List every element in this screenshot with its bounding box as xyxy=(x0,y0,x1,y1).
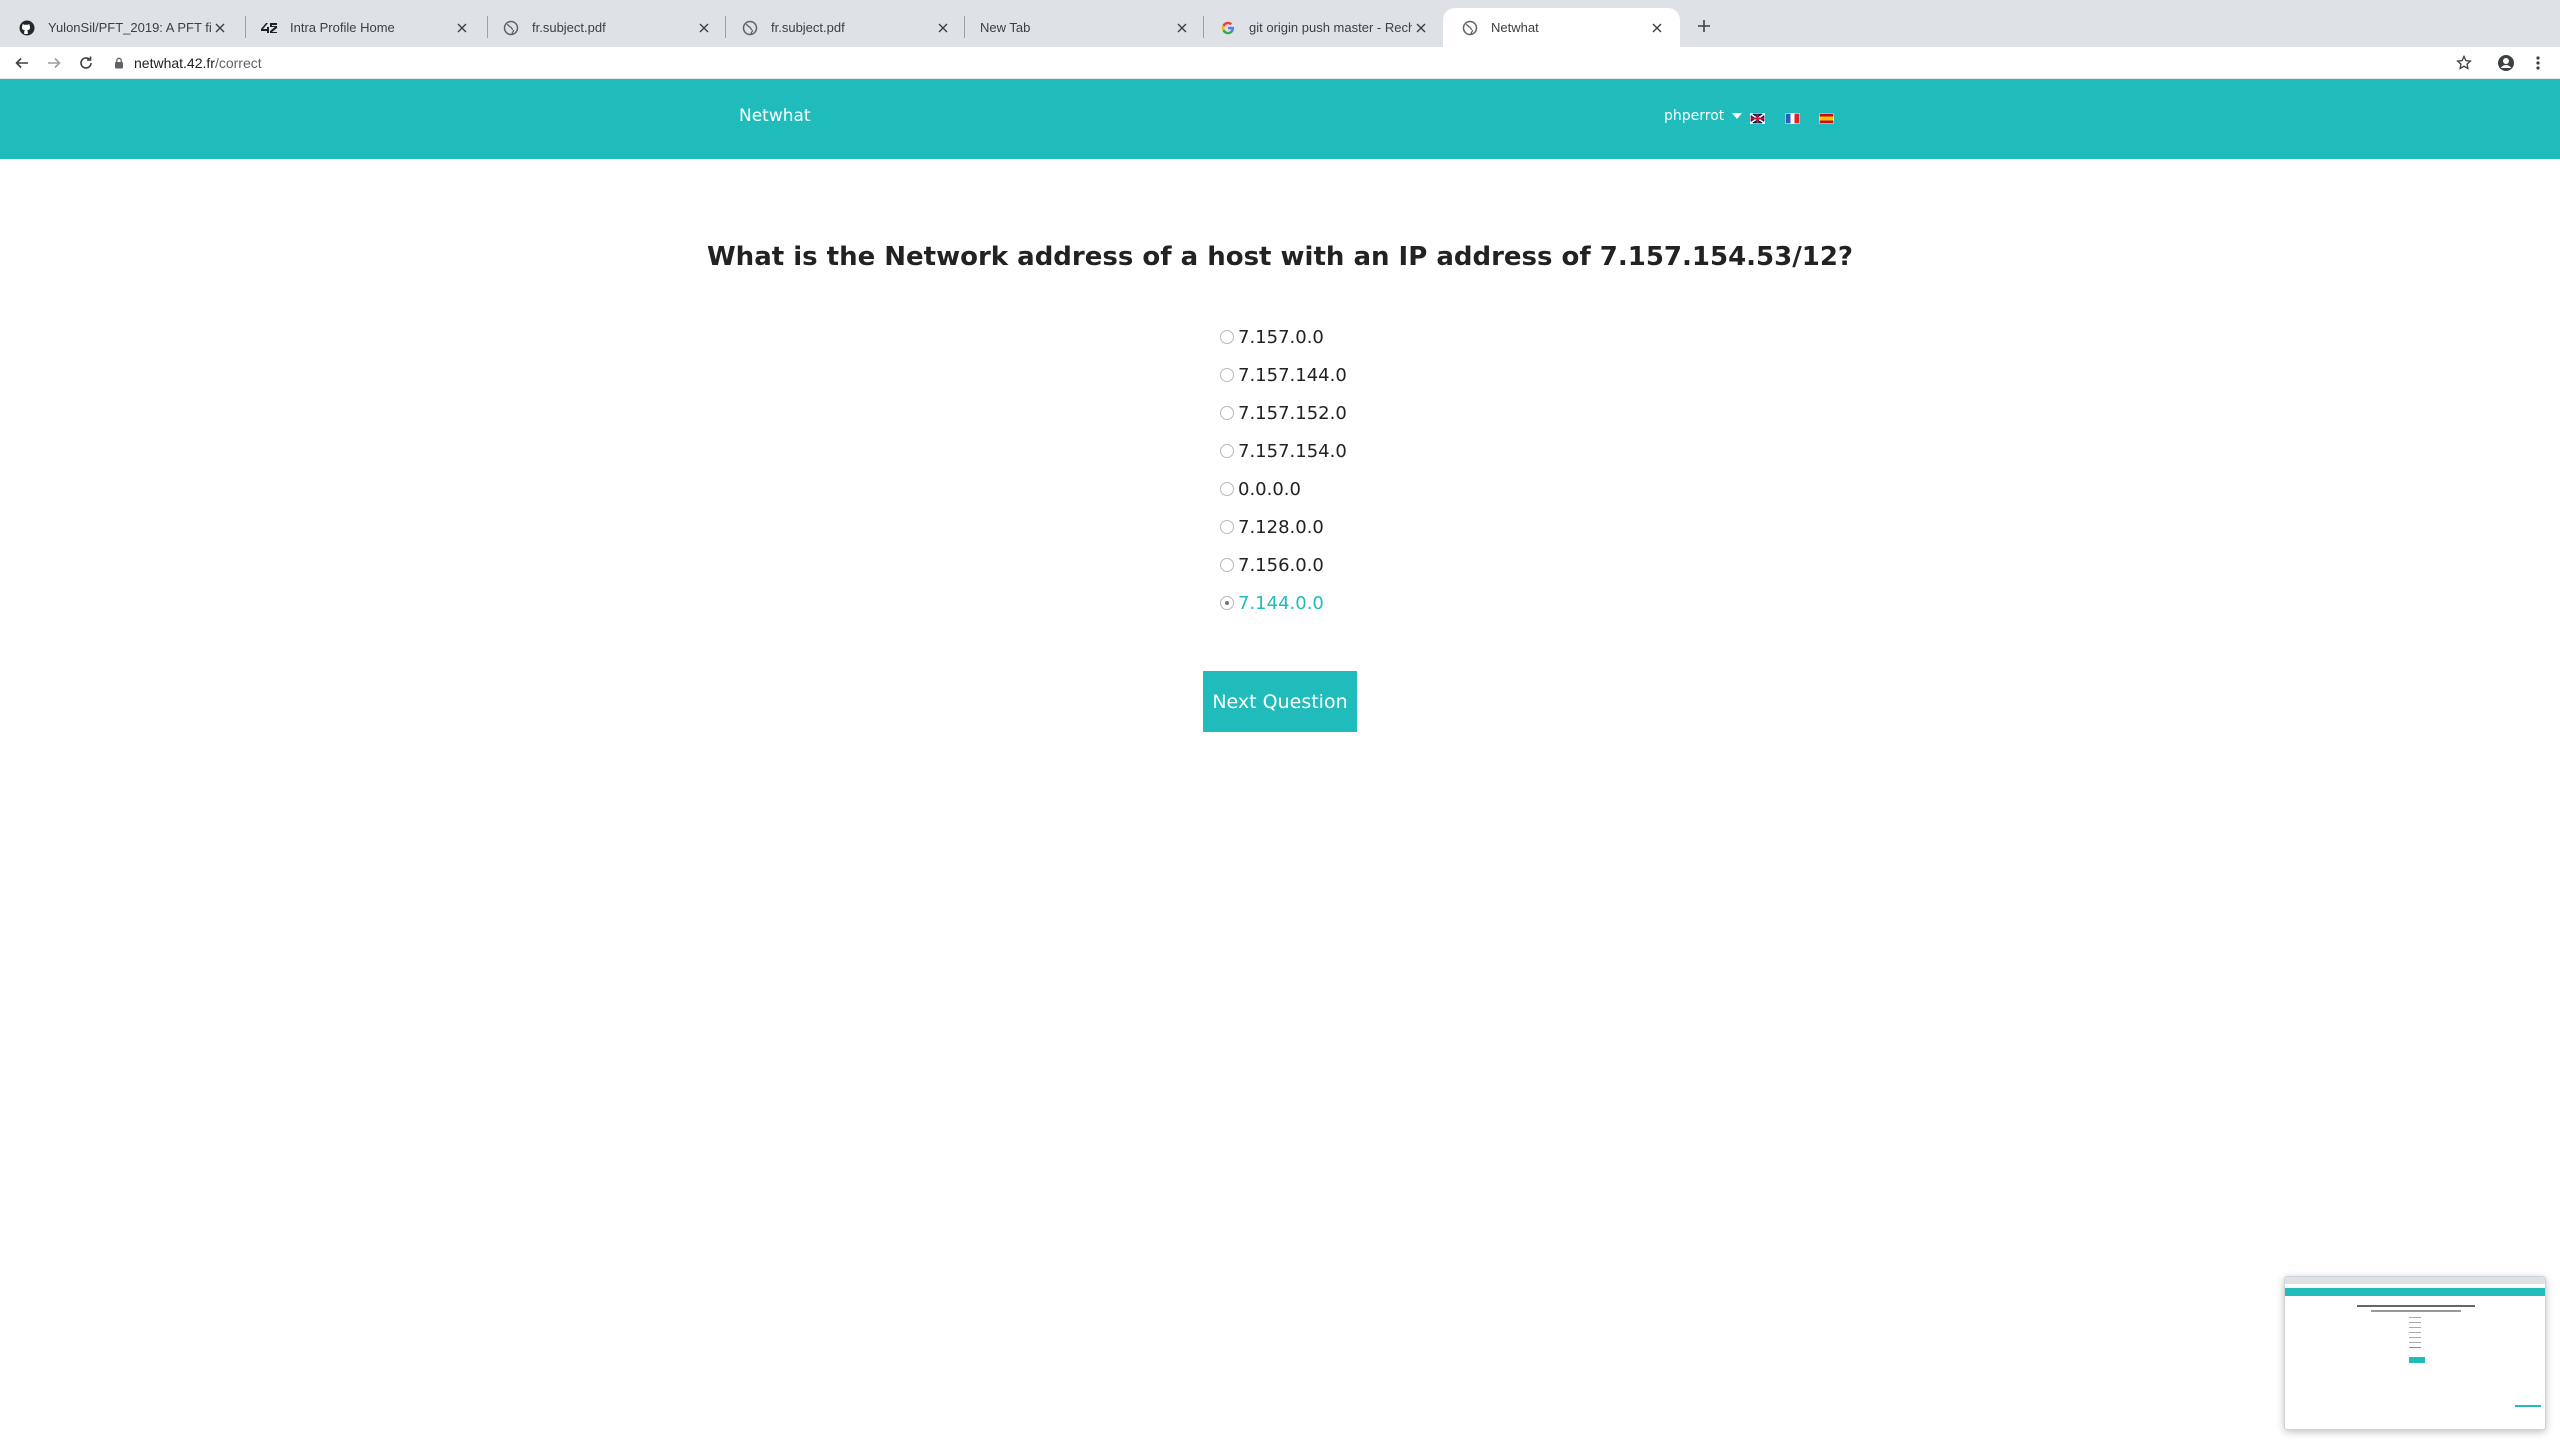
answer-option[interactable]: 7.157.152.0 xyxy=(1220,394,1347,432)
url-path: /correct xyxy=(214,55,262,71)
browser-tab-active[interactable]: Netwhat xyxy=(1443,8,1680,47)
thumbnail-text-line xyxy=(2409,1327,2421,1328)
globe-icon xyxy=(502,19,520,37)
browser-toolbar: netwhat.42.fr/correct xyxy=(0,47,2560,79)
url-text: netwhat.42.fr/correct xyxy=(134,55,262,71)
answer-label: 0.0.0.0 xyxy=(1238,478,1301,500)
google-icon xyxy=(1219,19,1237,37)
tab-title: New Tab xyxy=(980,20,1031,35)
thumbnail-text-line xyxy=(2409,1332,2421,1333)
answer-label: 7.157.154.0 xyxy=(1238,440,1347,462)
answer-label: 7.144.0.0 xyxy=(1238,592,1324,614)
thumbnail-navbar xyxy=(2285,1288,2545,1296)
browser-tab[interactable]: fr.subject.pdf xyxy=(723,8,966,47)
screenshot-thumbnail[interactable] xyxy=(2284,1276,2546,1430)
thumbnail-tabstrip xyxy=(2285,1277,2545,1284)
tab-title: YulonSil/PFT_2019: A PFT file t xyxy=(48,20,211,35)
thumbnail-button xyxy=(2409,1357,2425,1363)
star-icon xyxy=(2456,55,2472,70)
tab-strip: YulonSil/PFT_2019: A PFT file t Intra Pr… xyxy=(0,0,2560,47)
profile-button[interactable] xyxy=(2494,51,2518,75)
new-tab-button[interactable] xyxy=(1690,12,1718,40)
tab-title: Netwhat xyxy=(1491,20,1539,35)
kebab-menu-icon xyxy=(2536,56,2540,70)
answer-list: 7.157.0.0 7.157.144.0 7.157.152.0 7.157.… xyxy=(1220,318,1347,622)
answer-option[interactable]: 7.157.144.0 xyxy=(1220,356,1347,394)
close-icon[interactable] xyxy=(1173,19,1191,37)
answer-label: 7.156.0.0 xyxy=(1238,554,1324,576)
site-navbar: Netwhat phperrot xyxy=(0,79,2560,159)
close-icon[interactable] xyxy=(453,19,471,37)
caret-down-icon xyxy=(1732,113,1743,119)
reload-button[interactable] xyxy=(74,51,98,75)
tab-title: Intra Profile Home xyxy=(290,20,395,35)
answer-option-selected[interactable]: 7.144.0.0 xyxy=(1220,584,1347,622)
radio-button[interactable] xyxy=(1220,406,1234,420)
answer-option[interactable]: 7.128.0.0 xyxy=(1220,508,1347,546)
answer-option[interactable]: 0.0.0.0 xyxy=(1220,470,1347,508)
close-icon[interactable] xyxy=(211,19,229,37)
radio-button-checked[interactable] xyxy=(1220,596,1234,610)
lock-icon xyxy=(115,57,123,69)
browser-tab[interactable]: New Tab xyxy=(962,8,1205,47)
reload-icon xyxy=(80,56,92,69)
radio-button[interactable] xyxy=(1220,330,1234,344)
arrow-left-icon xyxy=(15,57,28,69)
menu-button[interactable] xyxy=(2526,51,2550,75)
radio-button[interactable] xyxy=(1220,558,1234,572)
account-icon xyxy=(2498,55,2514,71)
address-bar[interactable]: netwhat.42.fr/correct xyxy=(114,49,2474,77)
answer-option[interactable]: 7.157.154.0 xyxy=(1220,432,1347,470)
tab-title: git origin push master - Recher xyxy=(1249,20,1412,35)
forward-button[interactable] xyxy=(42,51,66,75)
close-icon[interactable] xyxy=(695,19,713,37)
answer-label: 7.128.0.0 xyxy=(1238,516,1324,538)
uk-flag-icon[interactable] xyxy=(1750,113,1765,124)
user-menu[interactable]: phperrot xyxy=(1664,108,1743,124)
close-icon[interactable] xyxy=(934,19,952,37)
bookmark-button[interactable] xyxy=(2452,51,2476,75)
answer-option[interactable]: 7.156.0.0 xyxy=(1220,546,1347,584)
thumbnail-text-line xyxy=(2515,1405,2541,1407)
thumbnail-text-line xyxy=(2409,1317,2421,1318)
42-logo-icon xyxy=(260,19,278,37)
answer-label: 7.157.152.0 xyxy=(1238,402,1347,424)
url-host: netwhat.42.fr xyxy=(134,55,215,71)
back-button[interactable] xyxy=(10,51,34,75)
thumbnail-text-line xyxy=(2357,1305,2475,1307)
globe-icon xyxy=(741,19,759,37)
globe-icon xyxy=(1461,19,1479,37)
next-question-button[interactable]: Next Question xyxy=(1203,671,1357,732)
close-icon[interactable] xyxy=(1412,19,1430,37)
answer-label: 7.157.0.0 xyxy=(1238,326,1324,348)
github-icon xyxy=(18,19,36,37)
tab-title: fr.subject.pdf xyxy=(532,20,606,35)
thumbnail-text-line xyxy=(2371,1310,2461,1312)
plus-icon xyxy=(1698,20,1710,32)
quiz-question: What is the Network address of a host wi… xyxy=(707,242,1853,272)
thumbnail-text-line xyxy=(2409,1342,2421,1343)
arrow-right-icon xyxy=(48,57,61,69)
answer-label: 7.157.144.0 xyxy=(1238,364,1347,386)
close-icon[interactable] xyxy=(1648,19,1666,37)
thumbnail-text-line xyxy=(2409,1337,2421,1338)
fr-flag-icon[interactable] xyxy=(1785,113,1800,124)
browser-tab[interactable]: git origin push master - Recher xyxy=(1201,8,1444,47)
answer-option[interactable]: 7.157.0.0 xyxy=(1220,318,1347,356)
radio-button[interactable] xyxy=(1220,444,1234,458)
es-flag-icon[interactable] xyxy=(1819,113,1834,124)
browser-tab[interactable]: Intra Profile Home xyxy=(242,8,485,47)
tab-title: fr.subject.pdf xyxy=(771,20,845,35)
radio-button[interactable] xyxy=(1220,520,1234,534)
browser-tab[interactable]: YulonSil/PFT_2019: A PFT file t xyxy=(0,8,243,47)
thumbnail-text-line xyxy=(2409,1347,2421,1348)
radio-button[interactable] xyxy=(1220,482,1234,496)
browser-tab[interactable]: fr.subject.pdf xyxy=(484,8,727,47)
thumbnail-text-line xyxy=(2409,1322,2421,1323)
radio-button[interactable] xyxy=(1220,368,1234,382)
username: phperrot xyxy=(1664,108,1725,124)
site-brand[interactable]: Netwhat xyxy=(739,106,811,126)
